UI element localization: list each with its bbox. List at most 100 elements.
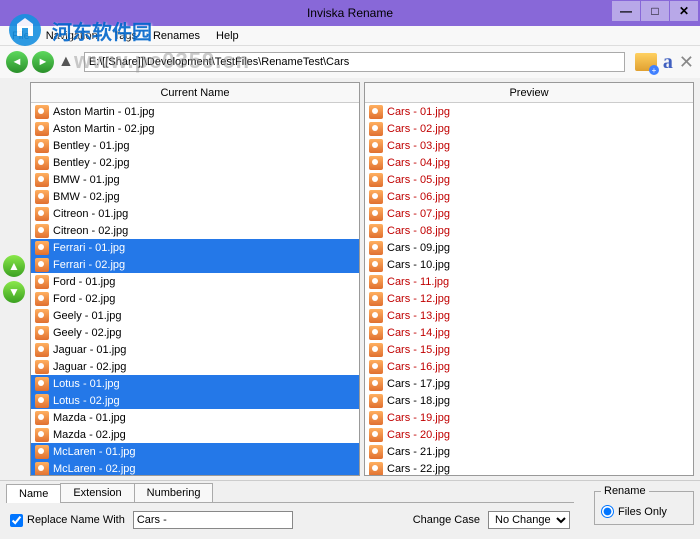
tab-name[interactable]: Name bbox=[6, 484, 61, 503]
maximize-button[interactable]: □ bbox=[641, 1, 669, 21]
file-row[interactable]: BMW - 01.jpg bbox=[31, 171, 359, 188]
preview-row[interactable]: Cars - 04.jpg bbox=[365, 154, 693, 171]
file-row[interactable]: McLaren - 02.jpg bbox=[31, 460, 359, 475]
preview-row[interactable]: Cars - 05.jpg bbox=[365, 171, 693, 188]
file-name: Aston Martin - 01.jpg bbox=[53, 106, 155, 118]
new-folder-icon[interactable] bbox=[635, 53, 657, 71]
settings-icon[interactable]: ✕ bbox=[679, 52, 694, 73]
minimize-button[interactable]: — bbox=[612, 1, 640, 21]
path-text: E:\[[Share]]\Development\TestFiles\Renam… bbox=[89, 56, 349, 68]
file-icon bbox=[369, 343, 383, 357]
file-row[interactable]: Ferrari - 01.jpg bbox=[31, 239, 359, 256]
preview-row[interactable]: Cars - 19.jpg bbox=[365, 409, 693, 426]
file-icon bbox=[35, 309, 49, 323]
preview-name: Cars - 22.jpg bbox=[387, 463, 450, 475]
file-name: Mazda - 02.jpg bbox=[53, 429, 126, 441]
file-row[interactable]: Geely - 01.jpg bbox=[31, 307, 359, 324]
file-row[interactable]: Jaguar - 02.jpg bbox=[31, 358, 359, 375]
preview-row[interactable]: Cars - 13.jpg bbox=[365, 307, 693, 324]
preview-row[interactable]: Cars - 22.jpg bbox=[365, 460, 693, 475]
file-row[interactable]: BMW - 02.jpg bbox=[31, 188, 359, 205]
file-row[interactable]: Ford - 01.jpg bbox=[31, 273, 359, 290]
menu-file[interactable]: File bbox=[4, 28, 38, 44]
file-row[interactable]: Lotus - 02.jpg bbox=[31, 392, 359, 409]
preview-row[interactable]: Cars - 18.jpg bbox=[365, 392, 693, 409]
file-row[interactable]: Bentley - 02.jpg bbox=[31, 154, 359, 171]
nav-back-button[interactable]: ◄ bbox=[6, 51, 28, 73]
replace-name-checkbox[interactable] bbox=[10, 514, 23, 527]
tab-content-name: Replace Name With Change Case No Change bbox=[6, 503, 574, 537]
preview-row[interactable]: Cars - 14.jpg bbox=[365, 324, 693, 341]
replace-name-input[interactable] bbox=[133, 511, 293, 529]
file-icon bbox=[369, 411, 383, 425]
path-input[interactable]: E:\[[Share]]\Development\TestFiles\Renam… bbox=[84, 52, 625, 72]
file-name: BMW - 02.jpg bbox=[53, 191, 120, 203]
file-row[interactable]: Mazda - 02.jpg bbox=[31, 426, 359, 443]
file-name: Citreon - 01.jpg bbox=[53, 208, 128, 220]
menu-navigation[interactable]: Navigation bbox=[38, 28, 106, 44]
preview-file-list[interactable]: Cars - 01.jpgCars - 02.jpgCars - 03.jpgC… bbox=[365, 103, 693, 475]
preview-row[interactable]: Cars - 09.jpg bbox=[365, 239, 693, 256]
change-case-select[interactable]: No Change bbox=[488, 511, 570, 529]
file-row[interactable]: Mazda - 01.jpg bbox=[31, 409, 359, 426]
file-row[interactable]: Ferrari - 02.jpg bbox=[31, 256, 359, 273]
files-only-radio[interactable] bbox=[601, 505, 614, 518]
preview-row[interactable]: Cars - 11.jpg bbox=[365, 273, 693, 290]
file-icon bbox=[369, 156, 383, 170]
file-icon bbox=[35, 258, 49, 272]
preview-header: Preview bbox=[365, 83, 693, 103]
preview-row[interactable]: Cars - 08.jpg bbox=[365, 222, 693, 239]
preview-row[interactable]: Cars - 17.jpg bbox=[365, 375, 693, 392]
close-button[interactable]: ✕ bbox=[670, 1, 698, 21]
font-button[interactable]: a bbox=[663, 51, 673, 74]
window-title: Inviska Rename bbox=[307, 6, 393, 20]
file-name: Jaguar - 01.jpg bbox=[53, 344, 126, 356]
preview-row[interactable]: Cars - 10.jpg bbox=[365, 256, 693, 273]
preview-name: Cars - 05.jpg bbox=[387, 174, 450, 186]
file-name: Bentley - 02.jpg bbox=[53, 157, 129, 169]
rename-legend: Rename bbox=[601, 485, 649, 497]
preview-name: Cars - 09.jpg bbox=[387, 242, 450, 254]
file-row[interactable]: Citreon - 02.jpg bbox=[31, 222, 359, 239]
preview-row[interactable]: Cars - 06.jpg bbox=[365, 188, 693, 205]
tab-numbering[interactable]: Numbering bbox=[134, 483, 214, 502]
file-name: Ferrari - 02.jpg bbox=[53, 259, 125, 271]
file-name: Geely - 01.jpg bbox=[53, 310, 121, 322]
file-icon bbox=[369, 173, 383, 187]
move-up-button[interactable]: ▲ bbox=[3, 255, 25, 277]
file-row[interactable]: Ford - 02.jpg bbox=[31, 290, 359, 307]
preview-row[interactable]: Cars - 21.jpg bbox=[365, 443, 693, 460]
file-row[interactable]: Citreon - 01.jpg bbox=[31, 205, 359, 222]
preview-row[interactable]: Cars - 02.jpg bbox=[365, 120, 693, 137]
file-row[interactable]: Lotus - 01.jpg bbox=[31, 375, 359, 392]
file-icon bbox=[35, 377, 49, 391]
menu-renames[interactable]: Renames bbox=[145, 28, 208, 44]
nav-forward-button[interactable]: ► bbox=[32, 51, 54, 73]
file-icon bbox=[369, 445, 383, 459]
nav-up-button[interactable]: ▲ bbox=[58, 53, 74, 71]
file-icon bbox=[35, 139, 49, 153]
file-row[interactable]: Jaguar - 01.jpg bbox=[31, 341, 359, 358]
preview-row[interactable]: Cars - 16.jpg bbox=[365, 358, 693, 375]
file-row[interactable]: McLaren - 01.jpg bbox=[31, 443, 359, 460]
preview-row[interactable]: Cars - 07.jpg bbox=[365, 205, 693, 222]
file-icon bbox=[369, 428, 383, 442]
preview-name: Cars - 18.jpg bbox=[387, 395, 450, 407]
preview-row[interactable]: Cars - 12.jpg bbox=[365, 290, 693, 307]
file-icon bbox=[35, 428, 49, 442]
file-row[interactable]: Aston Martin - 02.jpg bbox=[31, 120, 359, 137]
file-name: McLaren - 01.jpg bbox=[53, 446, 136, 458]
preview-row[interactable]: Cars - 01.jpg bbox=[365, 103, 693, 120]
file-row[interactable]: Geely - 02.jpg bbox=[31, 324, 359, 341]
preview-row[interactable]: Cars - 15.jpg bbox=[365, 341, 693, 358]
menu-help[interactable]: Help bbox=[208, 28, 247, 44]
preview-row[interactable]: Cars - 03.jpg bbox=[365, 137, 693, 154]
tab-extension[interactable]: Extension bbox=[60, 483, 134, 502]
file-row[interactable]: Aston Martin - 01.jpg bbox=[31, 103, 359, 120]
window-controls: — □ ✕ bbox=[611, 1, 698, 21]
current-file-list[interactable]: Aston Martin - 01.jpg Aston Martin - 02.j… bbox=[31, 103, 359, 475]
move-down-button[interactable]: ▼ bbox=[3, 281, 25, 303]
file-row[interactable]: Bentley - 01.jpg bbox=[31, 137, 359, 154]
preview-row[interactable]: Cars - 20.jpg bbox=[365, 426, 693, 443]
menu-tags[interactable]: Tags bbox=[106, 28, 145, 44]
